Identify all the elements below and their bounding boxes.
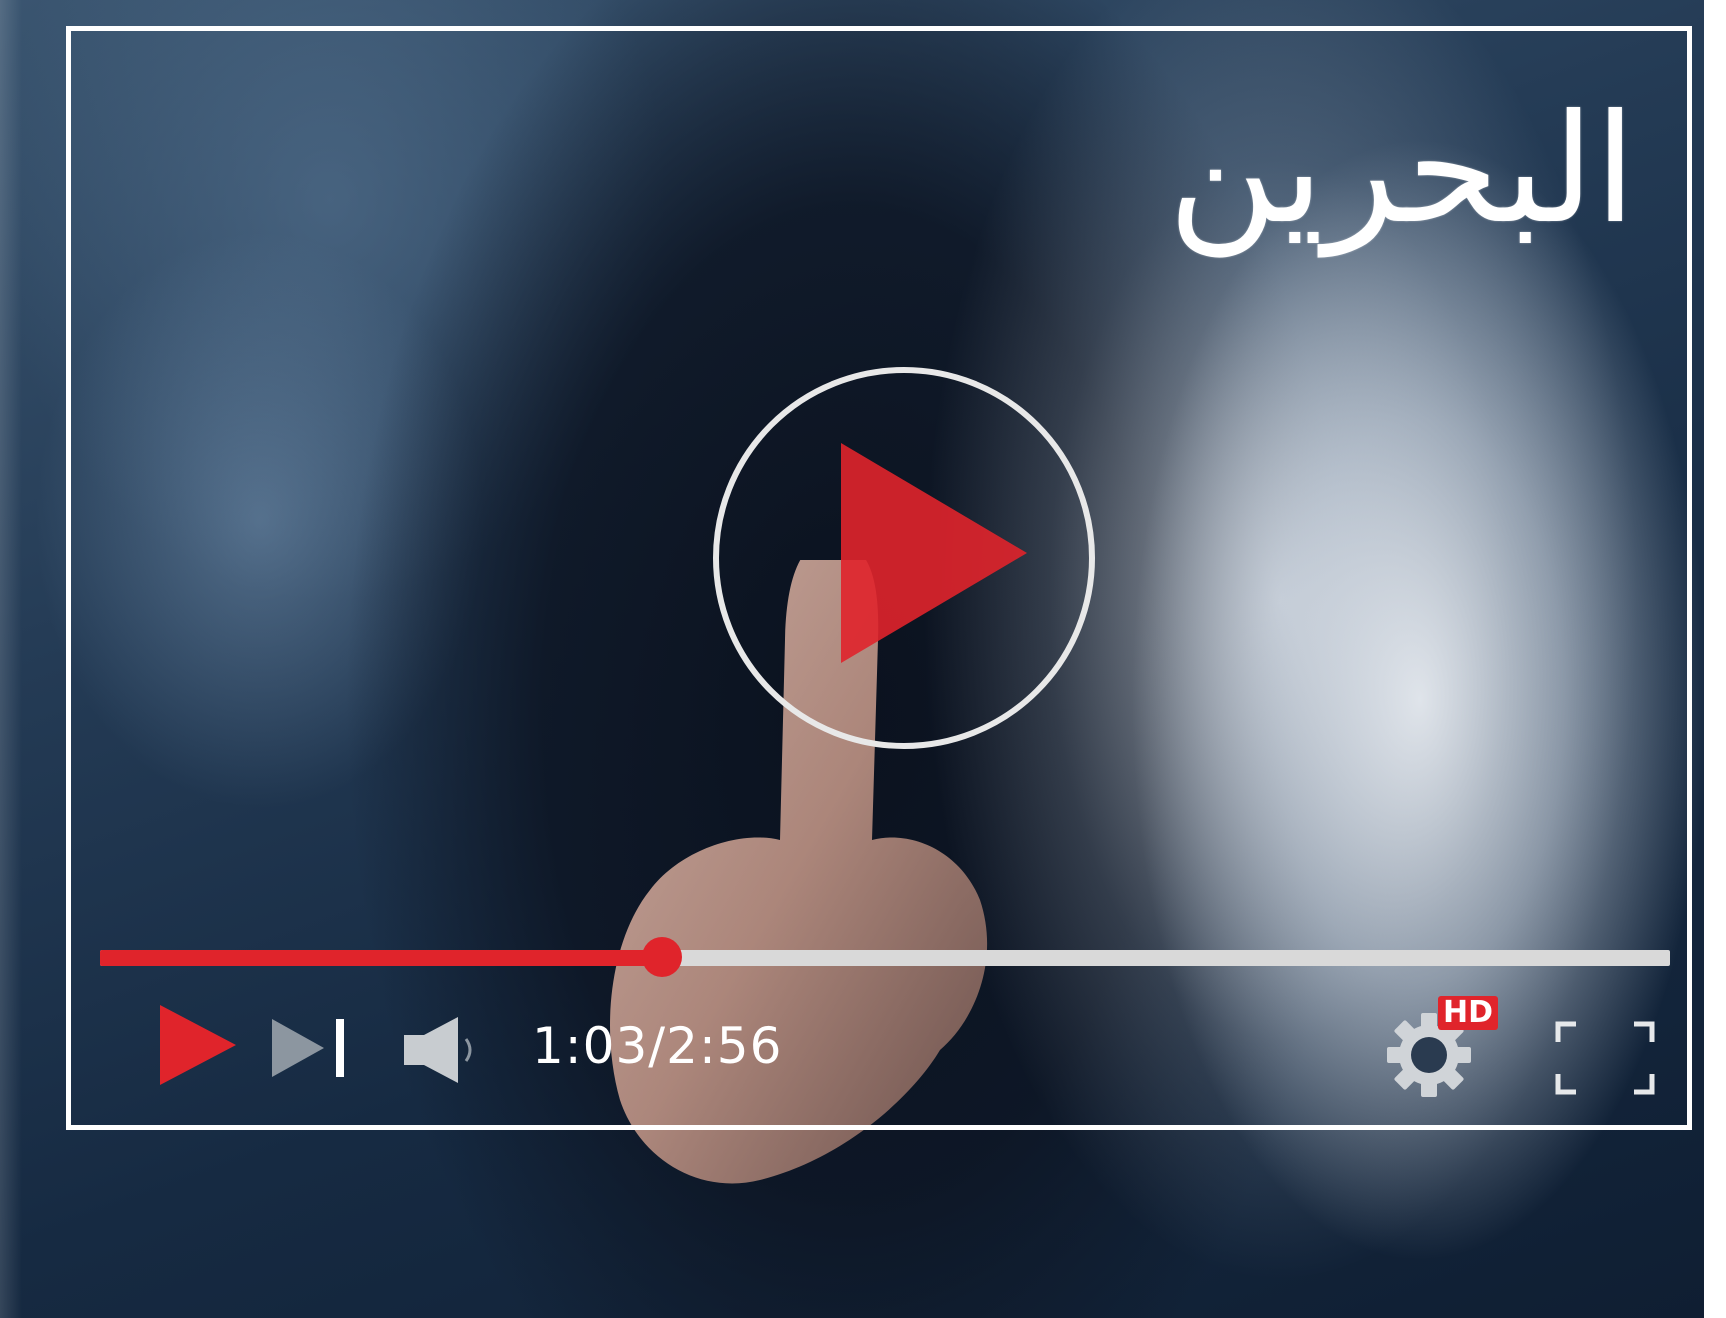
progress-fill	[100, 950, 663, 966]
play-icon[interactable]	[160, 1005, 236, 1085]
skip-next-icon[interactable]	[272, 1015, 352, 1081]
overlay-title: البحرين	[1167, 83, 1636, 257]
right-edge-strip	[1704, 0, 1726, 1318]
progress-thumb[interactable]	[642, 937, 683, 977]
play-circle-icon[interactable]	[709, 363, 1099, 753]
fullscreen-icon[interactable]	[1554, 1020, 1656, 1096]
video-player: البحرين 1:03/2:56 HD	[0, 0, 1726, 1318]
left-edge	[0, 0, 22, 1318]
time-display: 1:03/2:56	[532, 1017, 783, 1075]
hd-badge: HD	[1438, 996, 1499, 1030]
progress-bar[interactable]	[100, 937, 1670, 977]
volume-icon[interactable]	[404, 1017, 486, 1083]
